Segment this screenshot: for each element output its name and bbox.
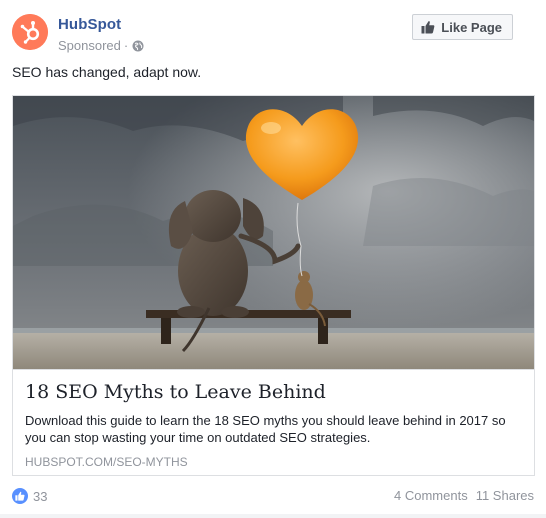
sponsored-label[interactable]: Sponsored [58,38,121,53]
post-text: SEO has changed, adapt now. [12,64,202,80]
post-meta: Sponsored · [58,38,144,53]
card-url: HUBSPOT.COM/SEO-MYTHS [25,455,188,469]
like-page-label: Like Page [441,19,502,35]
globe-icon [132,40,144,52]
card-image[interactable] [13,96,534,369]
like-reaction-icon [12,488,28,504]
post-header: HubSpot Sponsored · Like Page [12,12,534,53]
meta-separator: · [123,38,129,53]
hubspot-logo-icon[interactable] [12,14,48,50]
like-page-button[interactable]: Like Page [412,14,513,40]
like-count: 33 [33,488,48,504]
card-body[interactable]: 18 SEO Myths to Leave Behind Download th… [13,369,534,475]
divider [0,514,546,518]
thumbs-up-icon [421,20,435,34]
page-name-link[interactable]: HubSpot [58,16,121,33]
comments-link[interactable]: 4 Comments [394,488,468,503]
post-footer: 33 4 Comments 11 Shares [12,488,534,508]
card-description: Download this guide to learn the 18 SEO … [25,413,506,445]
link-preview-card[interactable]: 18 SEO Myths to Leave Behind Download th… [12,95,535,476]
reaction-summary[interactable]: 33 [12,488,47,504]
card-title[interactable]: 18 SEO Myths to Leave Behind [25,380,522,404]
shares-link[interactable]: 11 Shares [476,488,534,503]
engagement-stats: 4 Comments 11 Shares [394,488,534,503]
